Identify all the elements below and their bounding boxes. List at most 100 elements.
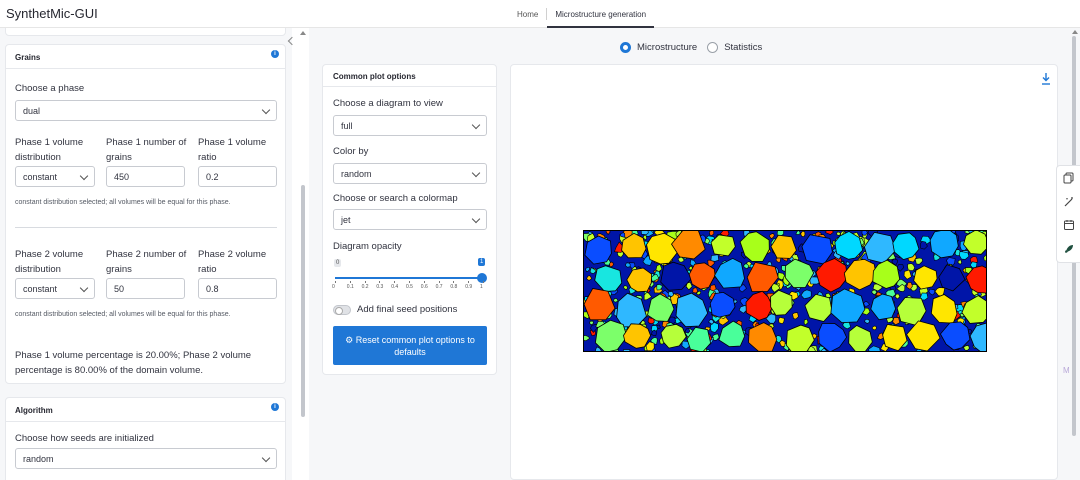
slider-tick-label: 0.4 <box>391 284 399 290</box>
previous-card-bottom <box>5 28 286 36</box>
slider-tick-mark <box>423 281 425 283</box>
info-icon[interactable]: i <box>271 403 279 411</box>
colormap-select[interactable]: jet <box>333 209 487 230</box>
sidebar-scrollbar[interactable] <box>301 185 305 417</box>
reset-button-label: Reset common plot options to defaults <box>355 335 475 357</box>
color-by-select-value: random <box>341 169 372 179</box>
radio-statistics[interactable] <box>707 42 719 53</box>
microstructure-image <box>584 231 986 351</box>
slider-tick-label: 0.6 <box>420 284 428 290</box>
plot-card <box>510 64 1058 480</box>
phase-select[interactable]: dual <box>15 100 277 121</box>
slider-min-tag: 0 <box>334 259 342 267</box>
seeds-label: Choose how seeds are initialized <box>15 433 154 444</box>
reset-plot-options-button[interactable]: ⚙ Reset common plot options to defaults <box>333 326 487 365</box>
colormap-select-value: jet <box>341 215 351 225</box>
phase-label: Choose a phase <box>15 83 85 94</box>
phase-select-value: dual <box>23 106 41 116</box>
radio-microstructure-label[interactable]: Microstructure <box>637 42 697 53</box>
plot-options-card: Common plot options Choose a diagram to … <box>322 64 497 375</box>
slider-tick-label: 0.3 <box>376 284 384 290</box>
slider-tick-label: 0.5 <box>406 284 413 290</box>
slider-tick-label: 0 <box>332 284 335 290</box>
algorithm-card-title: Algorithm i <box>6 398 285 422</box>
colormap-label: Choose or search a colormap <box>333 193 458 204</box>
side-toolbar <box>1056 165 1080 263</box>
view-radio-group: Microstructure Statistics <box>620 42 772 53</box>
chevron-down-icon <box>79 283 89 293</box>
info-icon[interactable]: i <box>271 50 279 58</box>
scroll-up-icon[interactable] <box>300 31 306 35</box>
chevron-down-icon <box>261 105 271 115</box>
top-nav: Home Microstructure generation <box>509 0 654 28</box>
slider-tick-label: 0.2 <box>361 284 369 290</box>
magic-wand-icon[interactable] <box>1063 196 1075 208</box>
p1-ratio-label: Phase 1 volume ratio <box>198 137 267 163</box>
radio-statistics-label[interactable]: Statistics <box>724 42 762 53</box>
slider-tick-label: 0.1 <box>346 284 354 290</box>
top-bar: SynthetMic-GUI Home Microstructure gener… <box>0 0 1080 28</box>
p1-dist-label: Phase 1 volume distribution <box>15 137 84 163</box>
p1-grains-label: Phase 1 number of grains <box>106 137 187 163</box>
slider-tick-mark <box>379 281 381 283</box>
divider <box>15 227 277 228</box>
p1-grains-input[interactable]: 450 <box>106 166 185 187</box>
p2-dist-value: constant <box>23 284 58 294</box>
small-grain <box>710 254 720 262</box>
p1-ratio-input[interactable]: 0.2 <box>198 166 277 187</box>
small-grain <box>640 231 649 236</box>
p1-dist-value: constant <box>23 172 58 182</box>
p2-dist-select[interactable]: constant <box>15 278 95 299</box>
grains-title: Grains <box>15 53 41 62</box>
plot-options-title: Common plot options <box>323 65 496 87</box>
color-by-select[interactable]: random <box>333 163 487 184</box>
small-grain <box>692 287 699 294</box>
slider-tick-label: 1 <box>480 284 483 290</box>
algorithm-card: Algorithm i Choose how seeds are initial… <box>5 397 286 480</box>
p2-dist-label: Phase 2 volume distribution <box>15 249 84 275</box>
slider-tick-label: 0.8 <box>450 284 458 290</box>
microstructure-plot <box>583 230 987 352</box>
grains-card-title: Grains i <box>6 45 285 69</box>
algorithm-title: Algorithm <box>15 406 53 415</box>
diagram-select-value: full <box>341 121 353 131</box>
rocket-icon[interactable] <box>1063 243 1075 255</box>
diagram-label: Choose a diagram to view <box>333 98 443 109</box>
slider-tick-mark <box>409 281 410 283</box>
calendar-icon[interactable] <box>1063 219 1075 231</box>
slider-tick-mark <box>394 281 396 283</box>
chevron-down-icon <box>471 214 481 224</box>
p2-ratio-input[interactable]: 0.8 <box>198 278 277 299</box>
nav-microstructure-generation[interactable]: Microstructure generation <box>547 0 654 28</box>
opacity-label: Diagram opacity <box>333 241 402 252</box>
slider-tick-mark <box>349 281 351 283</box>
seed-positions-toggle[interactable] <box>333 305 351 315</box>
opacity-slider-track[interactable] <box>335 277 483 279</box>
scroll-up-icon[interactable] <box>1072 30 1078 34</box>
download-icon[interactable] <box>1041 73 1051 85</box>
seeds-select[interactable]: random <box>15 448 277 469</box>
p2-note: constant distribution selected; all volu… <box>15 311 231 318</box>
p2-ratio-label: Phase 2 volume ratio <box>198 249 267 275</box>
diagram-select[interactable]: full <box>333 115 487 136</box>
seeds-select-value: random <box>23 454 54 464</box>
radio-microstructure[interactable] <box>620 42 631 53</box>
nav-home[interactable]: Home <box>509 0 546 28</box>
sidebar: Grains i Choose a phase dual Phase 1 vol… <box>0 28 292 480</box>
slider-tick-mark <box>335 281 336 283</box>
p1-note: constant distribution selected; all volu… <box>15 199 231 206</box>
seed-positions-label: Add final seed positions <box>357 304 458 315</box>
p1-dist-select[interactable]: constant <box>15 166 95 187</box>
slider-tick-label: 0.7 <box>435 284 443 290</box>
slider-tick-label: 0.9 <box>465 284 473 290</box>
slider-tick-mark <box>453 281 455 283</box>
chevron-down-icon <box>79 171 89 181</box>
opacity-slider-thumb[interactable] <box>477 273 487 283</box>
chevron-down-icon <box>471 120 481 130</box>
logo-icon: M <box>1063 366 1070 375</box>
gear-icon: ⚙ <box>345 335 354 345</box>
copy-icon[interactable] <box>1063 172 1075 184</box>
volume-summary: Phase 1 volume percentage is 20.00%; Pha… <box>15 350 252 376</box>
app-title: SynthetMic-GUI <box>6 6 98 21</box>
p2-grains-input[interactable]: 50 <box>106 278 185 299</box>
